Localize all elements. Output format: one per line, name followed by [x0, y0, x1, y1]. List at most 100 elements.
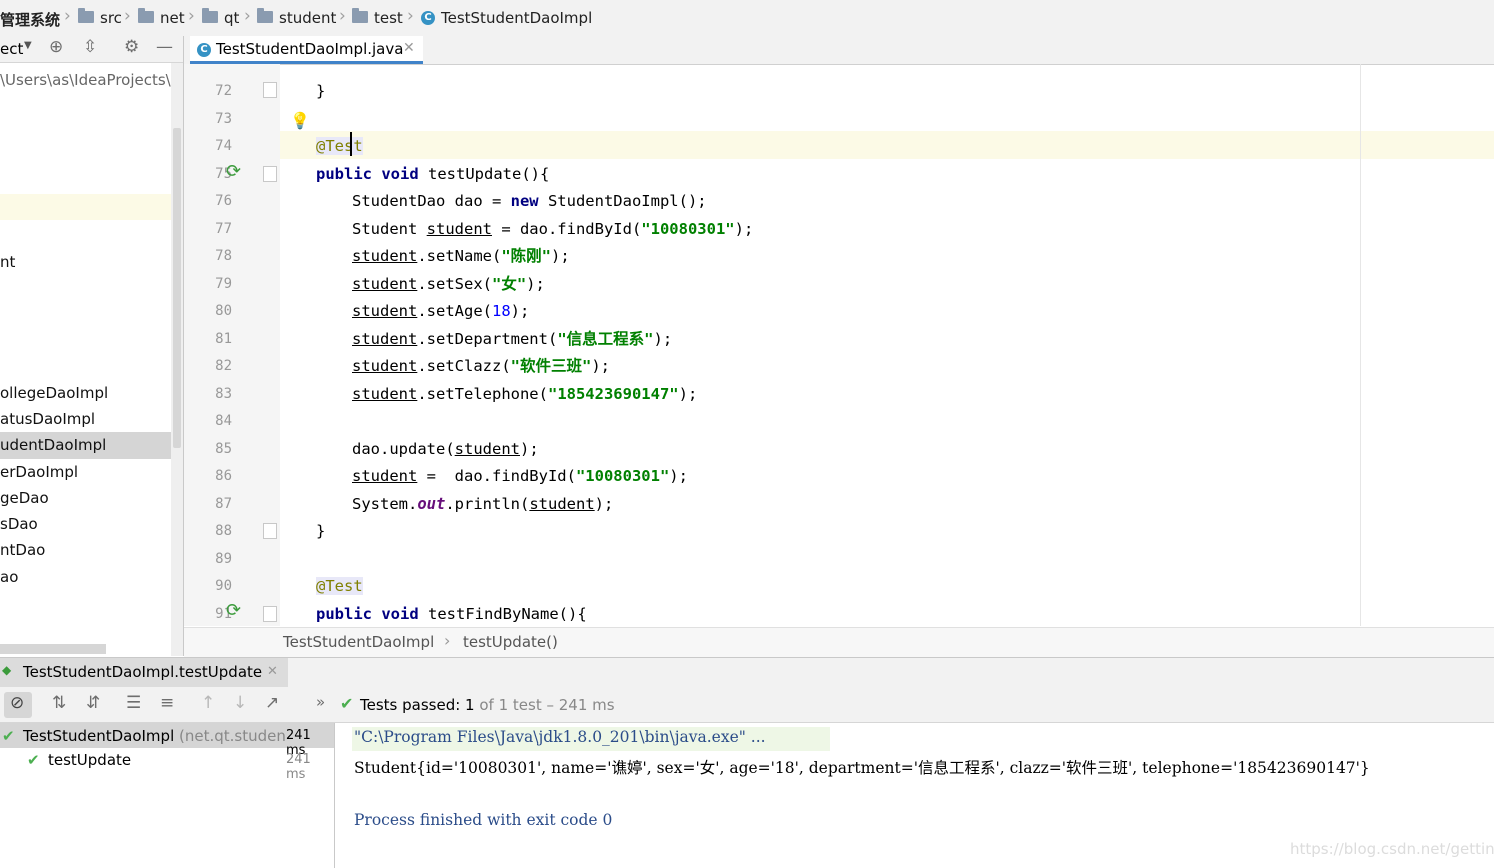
code-line[interactable]: student.setSex("女"); [352, 271, 545, 297]
tree-item[interactable]: ao [0, 568, 18, 586]
chevron-down-icon[interactable]: ▼ [24, 40, 32, 51]
code-line[interactable]: student.setName("陈刚"); [352, 243, 570, 269]
line-number: 89 [215, 551, 232, 567]
cancel-icon[interactable]: ⊘ [10, 693, 24, 713]
minimize-icon[interactable]: — [156, 37, 173, 57]
code-line[interactable]: student.setClazz("软件三班"); [352, 353, 610, 379]
code-line[interactable]: } [316, 518, 325, 544]
line-number: 86 [215, 468, 232, 484]
run-config-icon: ◆ [2, 663, 12, 677]
line-number: 85 [215, 441, 232, 457]
code-line[interactable]: student.setTelephone("185423690147"); [352, 381, 697, 407]
arrow-up-icon[interactable]: ↑ [201, 693, 215, 713]
line-number: 90 [215, 578, 232, 594]
crumb-net[interactable]: net [160, 9, 185, 27]
arrow-down-icon[interactable]: ↓ [233, 693, 247, 713]
project-panel: ect ▼ ⊕ ⇳ ⚙ — \Users\as\IdeaProjects\学 n… [0, 36, 184, 656]
line-number: 73 [215, 111, 232, 127]
text-caret [350, 132, 352, 156]
tree-item[interactable]: ntDao [0, 541, 45, 559]
project-toolbar: ect ▼ ⊕ ⇳ ⚙ — [0, 36, 183, 63]
fold-start-icon[interactable] [263, 606, 277, 622]
line-number: 79 [215, 276, 232, 292]
folder-icon [202, 8, 218, 23]
code-line[interactable]: System.out.println(student); [352, 491, 613, 517]
crumb-separator-icon: › [124, 6, 131, 26]
code-line[interactable]: student.setDepartment("信息工程系"); [352, 326, 672, 352]
code-line[interactable]: dao.update(student); [352, 436, 539, 462]
tree-item[interactable]: ollegeDaoImpl [0, 384, 108, 402]
code-line[interactable]: StudentDao dao = new StudentDaoImpl(); [352, 188, 707, 214]
fold-end-icon[interactable] [263, 523, 277, 539]
code-line[interactable]: public void testFindByName(){ [316, 601, 587, 627]
check-icon: ✔ [27, 751, 40, 769]
crumb-test[interactable]: test [374, 9, 403, 27]
tree-item[interactable]: sDao [0, 515, 38, 533]
code-line[interactable]: @Test [316, 573, 363, 599]
check-icon: ✔ [340, 694, 354, 713]
close-icon[interactable]: ✕ [267, 664, 278, 679]
sort-alpha-icon[interactable]: ⇅ [52, 693, 66, 713]
project-path: \Users\as\IdeaProjects\学 [0, 71, 184, 89]
folder-icon [257, 8, 273, 23]
test-status: Tests passed: 1 of 1 test – 241 ms [360, 696, 615, 714]
console-output-line: Student{id='10080301', name='谯婷', sex='女… [354, 759, 1370, 777]
project-scrollbar-thumb[interactable] [173, 128, 181, 448]
editor-breadcrumb: TestStudentDaoImpl › testUpdate() [184, 627, 1494, 657]
breadcrumb-class[interactable]: TestStudentDaoImpl [283, 633, 434, 651]
crumb-class[interactable]: TestStudentDaoImpl [441, 9, 592, 27]
code-line[interactable]: public void testUpdate(){ [316, 161, 549, 187]
gear-icon[interactable]: ⚙ [124, 37, 139, 57]
expand-all-icon[interactable]: ☰ [126, 693, 141, 713]
more-icon[interactable]: » [316, 693, 325, 711]
run-test-icon[interactable]: ⟳ [226, 161, 241, 182]
run-test-icon[interactable]: ⟳ [226, 600, 241, 621]
run-tab-label: TestStudentDaoImpl.testUpdate [23, 663, 263, 681]
line-number: 88 [215, 523, 232, 539]
collapse-all-icon[interactable]: ⇳ [83, 37, 97, 57]
class-icon: C [197, 43, 211, 57]
project-hscrollbar[interactable] [0, 644, 106, 654]
folder-icon [352, 8, 368, 23]
navigation-bar: 管理系统 › src › net › qt › student › test ›… [0, 0, 1494, 37]
collapse-all-icon[interactable]: ≡ [160, 693, 174, 713]
chevron-right-icon: › [444, 631, 451, 650]
line-number: 87 [215, 496, 232, 512]
project-view-dropdown[interactable]: ect [0, 40, 23, 58]
crumb-project[interactable]: 管理系统 [0, 9, 60, 30]
export-icon[interactable]: ↗ [265, 693, 279, 713]
fold-start-icon[interactable] [263, 166, 277, 182]
crumb-student[interactable]: student [279, 9, 336, 27]
fold-end-icon[interactable] [263, 82, 277, 98]
crumb-src[interactable]: src [100, 9, 122, 27]
test-suite-row[interactable]: TestStudentDaoImpl (net.qt.studen [23, 727, 286, 745]
editor-tab-active[interactable]: C TestStudentDaoImpl.java ✕ [190, 36, 423, 64]
crumb-separator-icon: › [244, 6, 251, 26]
lightbulb-icon[interactable]: 💡 [290, 111, 310, 130]
code-line[interactable]: } [316, 78, 325, 104]
tree-item[interactable]: geDao [0, 489, 49, 507]
console-command-line: "C:\Program Files\Java\jdk1.8.0_201\bin\… [354, 728, 766, 746]
breadcrumb-method[interactable]: testUpdate() [463, 633, 558, 651]
close-icon[interactable]: ✕ [403, 40, 415, 56]
line-number: 72 [215, 83, 232, 99]
tree-item[interactable]: erDaoImpl [0, 463, 78, 481]
sort-duration-icon[interactable]: ⇵ [86, 693, 100, 713]
watermark: https://blog.csdn.net/gettingi [1290, 840, 1494, 858]
test-case-row[interactable]: testUpdate [48, 751, 131, 769]
line-number: 77 [215, 221, 232, 237]
code-line[interactable]: @Test [316, 133, 363, 159]
line-number: 80 [215, 303, 232, 319]
run-tab[interactable]: ◆ TestStudentDaoImpl.testUpdate ✕ [0, 658, 288, 687]
code-line[interactable]: student = dao.findById("10080301"); [352, 463, 688, 489]
line-number: 84 [215, 413, 232, 429]
tree-item-selected[interactable]: udentDaoImpl [0, 436, 106, 454]
code-line[interactable]: student.setAge(18); [352, 298, 529, 324]
crumb-qt[interactable]: qt [224, 9, 239, 27]
code-line[interactable]: Student student = dao.findById("10080301… [352, 216, 753, 242]
locate-icon[interactable]: ⊕ [49, 37, 63, 57]
crumb-separator-icon: › [64, 6, 71, 26]
line-number: 75 [215, 166, 232, 182]
tree-item[interactable]: atusDaoImpl [0, 410, 95, 428]
tree-item[interactable]: nt [0, 253, 15, 271]
